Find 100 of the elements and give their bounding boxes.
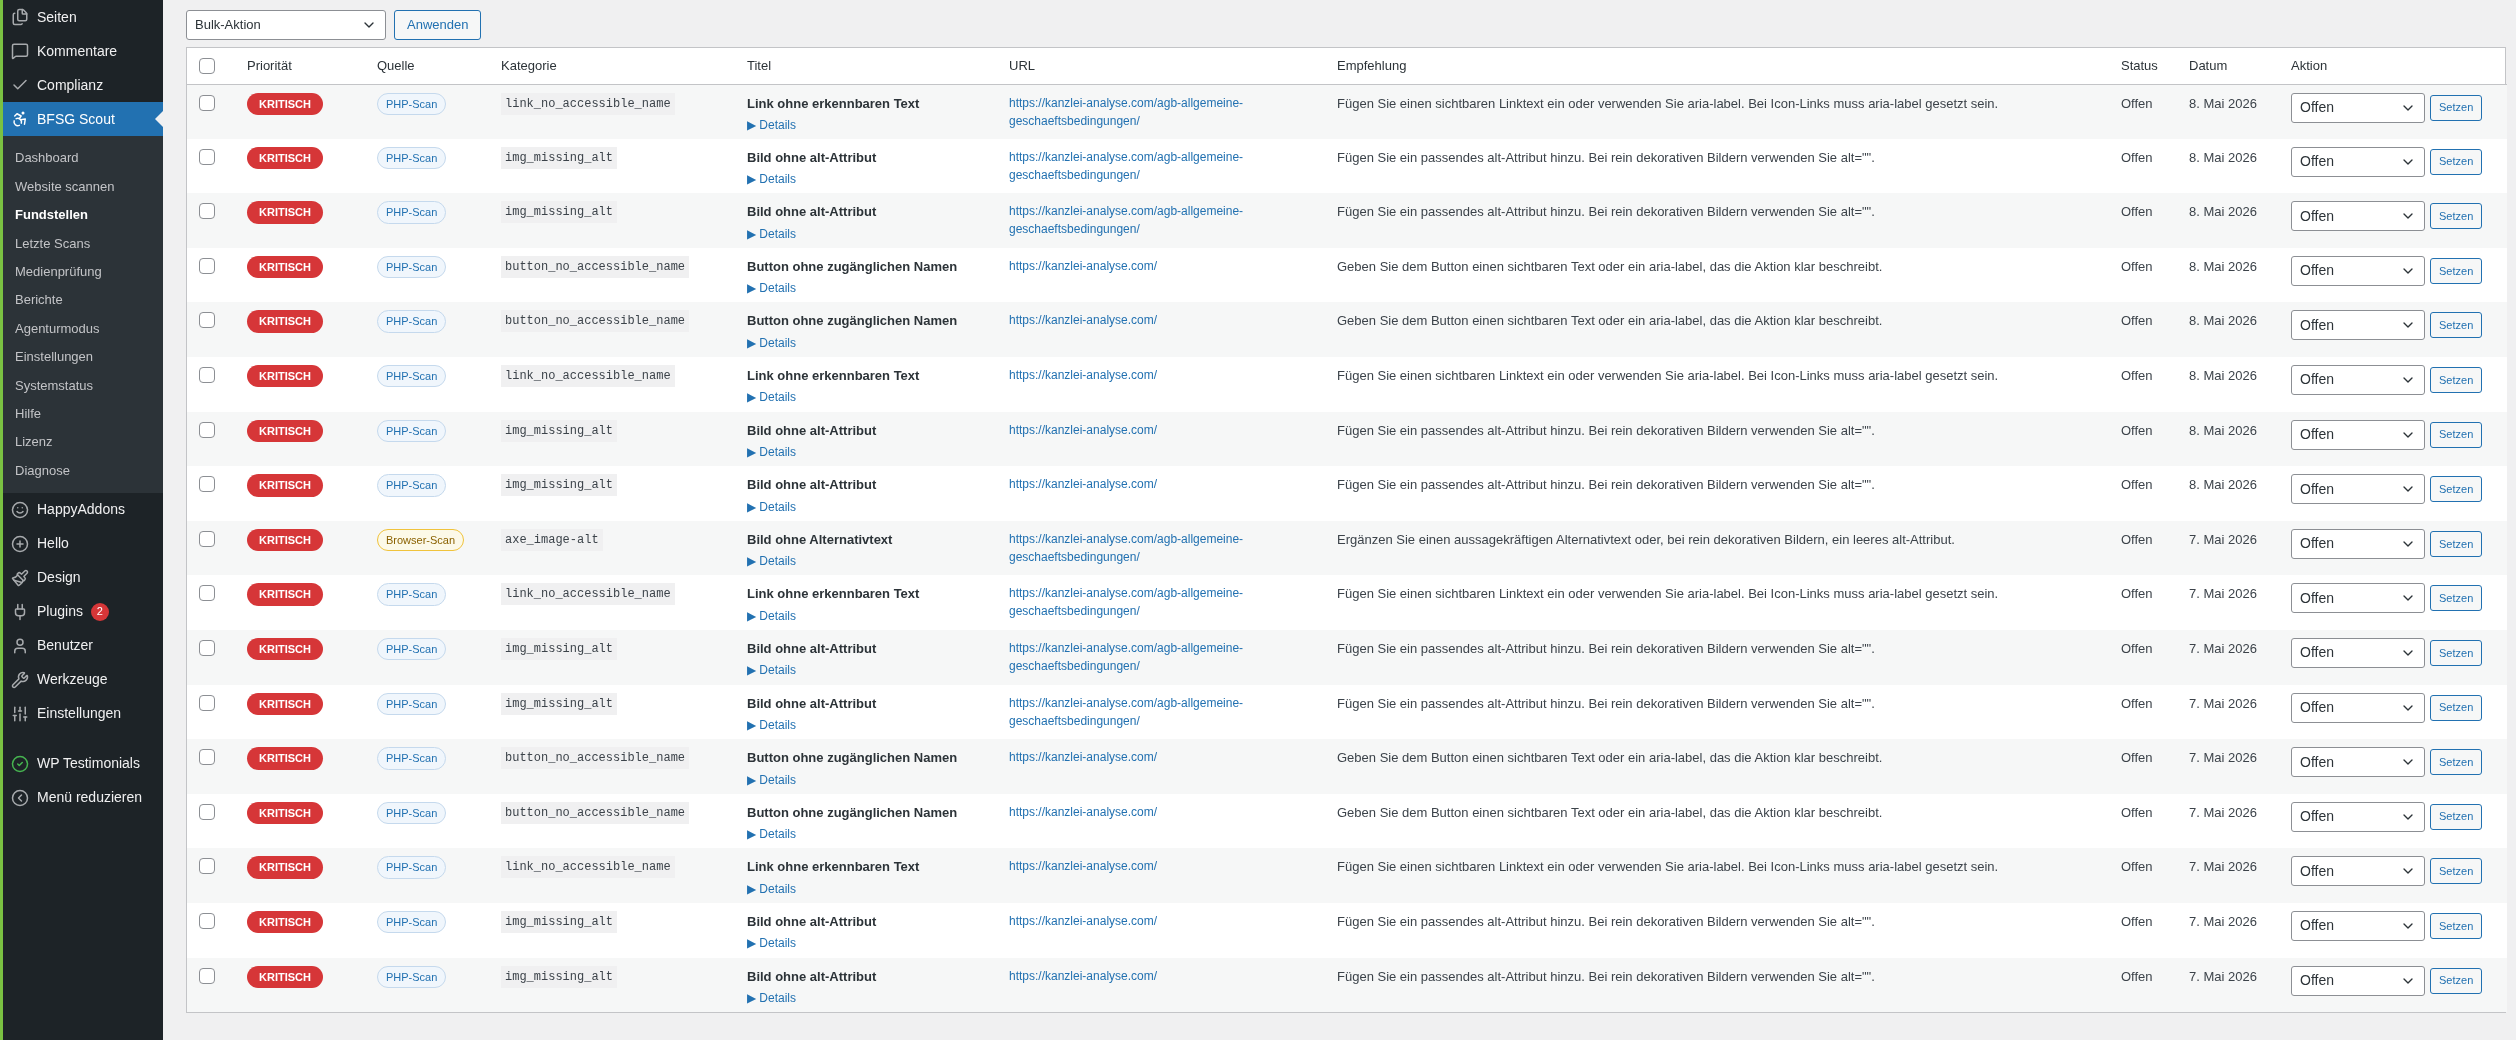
set-button[interactable]: Setzen [2430,203,2483,230]
status-select[interactable]: Offen [2291,255,2425,286]
details-toggle[interactable]: ▶ Details [747,170,796,189]
status-select[interactable]: Offen [2291,910,2425,941]
details-toggle[interactable]: ▶ Details [747,716,796,735]
menu-item[interactable]: Seiten [3,0,163,34]
set-button[interactable]: Setzen [2430,148,2483,175]
url-link[interactable]: https://kanzlei-analyse.com/ [1009,256,1249,275]
checkbox[interactable] [199,94,215,111]
details-toggle[interactable]: ▶ Details [747,497,796,516]
menu-item[interactable]: Benutzer [3,628,163,663]
status-select[interactable]: Offen [2291,92,2425,123]
status-select[interactable]: Offen [2291,201,2425,232]
submenu-item[interactable]: Dashboard [3,144,163,173]
url-link[interactable]: https://kanzlei-analyse.com/agb-allgemeine-geschaeftsbedingungen/ [1009,584,1249,621]
status-select[interactable]: Offen [2291,965,2425,996]
menu-item[interactable]: BFSG Scout [3,102,163,136]
checkbox[interactable] [199,257,215,274]
status-select[interactable]: Offen [2291,856,2425,887]
menu-item[interactable]: Menü reduzieren [3,780,163,815]
status-select[interactable]: Offen [2291,692,2425,723]
status-select[interactable]: Offen [2291,528,2425,559]
url-link[interactable]: https://kanzlei-analyse.com/ [1009,748,1249,767]
submenu-item[interactable]: Website scannen [3,172,163,201]
submenu-item[interactable]: Agenturmodus [3,314,163,343]
details-toggle[interactable]: ▶ Details [747,934,796,953]
details-toggle[interactable]: ▶ Details [747,116,796,134]
checkbox[interactable] [199,912,215,929]
menu-item[interactable]: Hello [3,526,163,561]
set-button[interactable]: Setzen [2430,858,2483,885]
url-link[interactable]: https://kanzlei-analyse.com/ [1009,420,1249,439]
bulk-action-select[interactable]: Bulk-Aktion [186,10,386,40]
checkbox[interactable] [199,57,215,74]
checkbox[interactable] [199,476,215,493]
details-toggle[interactable]: ▶ Details [747,388,796,407]
submenu-item[interactable]: Medienprüfung [3,257,163,286]
menu-item[interactable]: Werkzeuge [3,662,163,697]
submenu-item[interactable]: Systemstatus [3,371,163,400]
checkbox[interactable] [199,585,215,602]
details-toggle[interactable]: ▶ Details [747,661,796,680]
url-link[interactable]: https://kanzlei-analyse.com/ [1009,365,1249,384]
set-button[interactable]: Setzen [2430,912,2483,939]
set-button[interactable]: Setzen [2430,312,2483,339]
checkbox[interactable] [199,694,215,711]
url-link[interactable]: https://kanzlei-analyse.com/ [1009,802,1249,821]
submenu-item[interactable]: Hilfe [3,399,163,428]
set-button[interactable]: Setzen [2430,749,2483,776]
status-select[interactable]: Offen [2291,583,2425,614]
set-button[interactable]: Setzen [2430,476,2483,503]
set-button[interactable]: Setzen [2430,694,2483,721]
status-select[interactable]: Offen [2291,801,2425,832]
url-link[interactable]: https://kanzlei-analyse.com/ [1009,857,1249,876]
details-toggle[interactable]: ▶ Details [747,443,796,462]
details-toggle[interactable]: ▶ Details [747,879,796,898]
menu-item[interactable]: Kommentare [3,34,163,68]
status-select[interactable]: Offen [2291,747,2425,778]
set-button[interactable]: Setzen [2430,421,2483,448]
set-button[interactable]: Setzen [2430,803,2483,830]
details-toggle[interactable]: ▶ Details [747,770,796,789]
submenu-item[interactable]: Einstellungen [3,342,163,372]
set-button[interactable]: Setzen [2430,967,2483,994]
url-link[interactable]: https://kanzlei-analyse.com/ [1009,911,1249,930]
apply-button[interactable]: Anwenden [394,10,482,40]
menu-item[interactable]: HappyAddons [3,492,163,527]
menu-item[interactable]: Design [3,560,163,595]
checkbox[interactable] [199,421,215,438]
submenu-item[interactable]: Diagnose [3,456,163,485]
url-link[interactable]: https://kanzlei-analyse.com/agb-allgemeine-geschaeftsbedingungen/ [1009,693,1249,730]
set-button[interactable]: Setzen [2430,585,2483,612]
details-toggle[interactable]: ▶ Details [747,279,796,298]
checkbox[interactable] [199,803,215,820]
set-button[interactable]: Setzen [2430,94,2483,121]
menu-item[interactable]: Complianz [3,68,163,102]
checkbox[interactable] [199,967,215,984]
details-toggle[interactable]: ▶ Details [747,606,796,625]
checkbox[interactable] [199,312,215,329]
menu-item[interactable]: Einstellungen [3,696,163,731]
submenu-item[interactable]: Berichte [3,285,163,315]
checkbox[interactable] [199,639,215,656]
status-select[interactable]: Offen [2291,146,2425,177]
status-select[interactable]: Offen [2291,419,2425,450]
url-link[interactable]: https://kanzlei-analyse.com/agb-allgemeine-geschaeftsbedingungen/ [1009,93,1249,130]
details-toggle[interactable]: ▶ Details [747,989,796,1007]
details-toggle[interactable]: ▶ Details [747,825,796,844]
details-toggle[interactable]: ▶ Details [747,552,796,571]
checkbox[interactable] [199,148,215,165]
checkbox[interactable] [199,858,215,875]
status-select[interactable]: Offen [2291,310,2425,341]
status-select[interactable]: Offen [2291,474,2425,505]
url-link[interactable]: https://kanzlei-analyse.com/ [1009,311,1249,330]
url-link[interactable]: https://kanzlei-analyse.com/agb-allgemeine-geschaeftsbedingungen/ [1009,202,1249,239]
url-link[interactable]: https://kanzlei-analyse.com/agb-allgemeine-geschaeftsbedingungen/ [1009,638,1249,675]
url-link[interactable]: https://kanzlei-analyse.com/ [1009,966,1249,985]
set-button[interactable]: Setzen [2430,366,2483,393]
checkbox[interactable] [199,530,215,547]
url-link[interactable]: https://kanzlei-analyse.com/agb-allgemeine-geschaeftsbedingungen/ [1009,147,1249,184]
menu-item[interactable]: Plugins 2 [3,594,163,629]
details-toggle[interactable]: ▶ Details [747,224,796,243]
submenu-item[interactable]: Lizenz [3,427,163,457]
set-button[interactable]: Setzen [2430,530,2483,557]
